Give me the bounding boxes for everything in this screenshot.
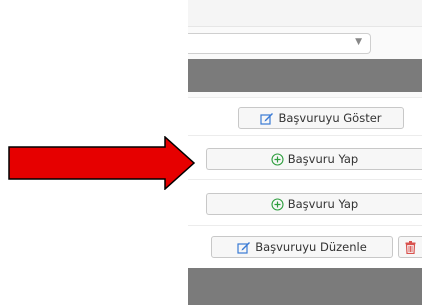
filter-select[interactable]: ▼ (188, 33, 371, 54)
trash-icon (405, 240, 416, 254)
button-label: Başvuru Yap (287, 197, 359, 211)
table-row: Başvuru Yap (188, 179, 422, 226)
button-label: Başvuruyu Düzenle (255, 240, 367, 254)
edit-icon (260, 112, 274, 125)
plus-circle-icon (271, 197, 284, 211)
plus-circle-icon (271, 152, 284, 166)
red-arrow-icon (8, 135, 196, 194)
edit-icon (237, 241, 251, 254)
table-row: Başvuru Yap (188, 135, 422, 180)
button-label: Başvuru Yap (287, 152, 359, 166)
button-label: Başvuruyu Göster (278, 111, 382, 125)
table-dark-header (188, 59, 422, 92)
filter-row: ▼ (188, 27, 422, 59)
apply-button[interactable]: Başvuru Yap (206, 148, 422, 170)
apply-button[interactable]: Başvuru Yap (206, 193, 422, 215)
table-row: Başvuruyu Düzenle (188, 225, 422, 268)
table-header-strip (188, 0, 422, 27)
chevron-down-icon: ▼ (355, 37, 362, 47)
show-application-button[interactable]: Başvuruyu Göster (238, 107, 404, 129)
edit-application-button[interactable]: Başvuruyu Düzenle (211, 236, 393, 258)
delete-button[interactable] (398, 236, 422, 258)
table-row: Başvuruyu Göster (188, 97, 422, 136)
table-dark-footer (188, 268, 422, 305)
